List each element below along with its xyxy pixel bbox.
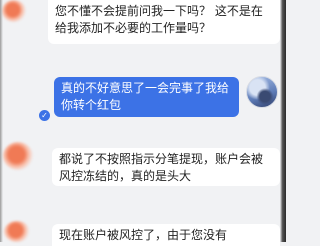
message-bubble-outgoing[interactable]: 真的不好意思了一会完事了我给你转个红包 — [54, 77, 239, 117]
message-text: 真的不好意思了一会完事了我给你转个红包 — [61, 81, 230, 112]
avatar-other[interactable] — [4, 221, 30, 242]
screen-edge-left — [0, 0, 3, 242]
message-text: 都说了不按照指示分笔提现，账户会被风控冻结的，真的是头大 — [59, 152, 264, 183]
message-bubble-incoming[interactable]: 您不懂不会提前问我一下吗？ 这不是在给我添加不必要的工作量吗？ — [48, 0, 280, 44]
chat-view: 您不懂不会提前问我一下吗？ 这不是在给我添加不必要的工作量吗？ 真的不好意思了一… — [0, 0, 286, 246]
message-bubble-incoming[interactable]: 现在账户被风控了，由于您没有 — [52, 224, 280, 246]
avatar-other[interactable] — [3, 142, 33, 170]
message-text: 现在账户被风控了，由于您没有 — [59, 228, 228, 242]
screen-edge-right — [280, 0, 286, 242]
message-text: 您不懂不会提前问我一下吗？ 这不是在给我添加不必要的工作量吗？ — [55, 4, 263, 35]
avatar-self[interactable] — [246, 76, 278, 108]
avatar-other[interactable] — [2, 0, 26, 22]
message-bubble-incoming[interactable]: 都说了不按照指示分笔提现，账户会被风控冻结的，真的是头大 — [52, 148, 280, 186]
check-icon: ✓ — [39, 110, 50, 121]
